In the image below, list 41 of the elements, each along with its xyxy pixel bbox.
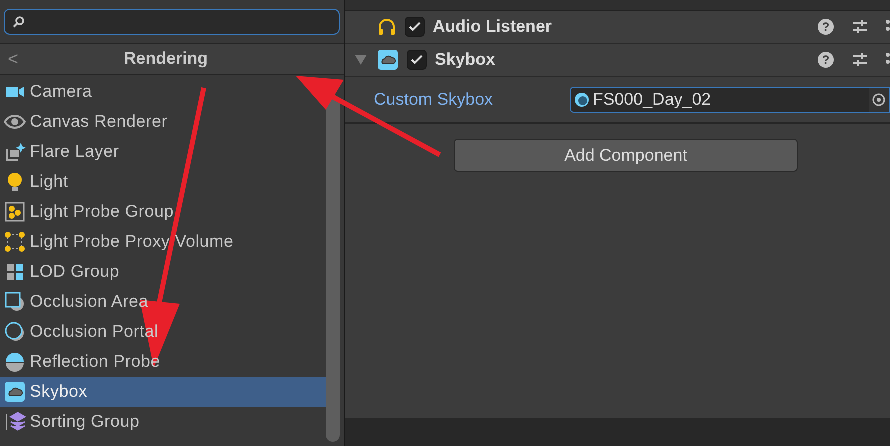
component-title: Skybox bbox=[435, 49, 496, 72]
menu-item[interactable]: Canvas Renderer bbox=[0, 107, 326, 137]
occlusion-portal-icon bbox=[4, 321, 26, 343]
menu-item[interactable]: Camera bbox=[0, 77, 326, 107]
probe-group-icon bbox=[4, 201, 26, 223]
sliders-icon[interactable] bbox=[852, 19, 868, 35]
headphones-icon bbox=[377, 17, 397, 37]
layers-sparkle-icon bbox=[4, 141, 26, 163]
probe-volume-icon bbox=[4, 231, 26, 253]
sliders-icon[interactable] bbox=[852, 52, 868, 68]
help-icon[interactable]: ? bbox=[818, 19, 834, 35]
menu-item[interactable]: Light Probe Proxy Volume bbox=[0, 227, 326, 257]
search-field[interactable] bbox=[4, 8, 340, 34]
checkbox[interactable] bbox=[405, 17, 425, 37]
search-icon bbox=[13, 16, 25, 28]
cloud-icon bbox=[4, 381, 26, 403]
menu-item[interactable]: LOD Group bbox=[0, 257, 326, 287]
component-title: Audio Listener bbox=[433, 16, 554, 38]
menu-item[interactable]: Light bbox=[0, 167, 326, 197]
occlusion-area-icon bbox=[4, 291, 26, 313]
sphere-icon bbox=[574, 92, 590, 108]
menu-item[interactable]: Occlusion Area bbox=[0, 287, 326, 317]
menu-item[interactable]: Sorting Group bbox=[0, 407, 326, 437]
menu-item[interactable]: Light Probe Group bbox=[0, 197, 326, 227]
menu-item[interactable]: Flare Layer bbox=[0, 137, 326, 167]
object-picker[interactable] bbox=[869, 88, 889, 112]
help-icon[interactable]: ? bbox=[818, 52, 834, 68]
checkmark-icon bbox=[408, 20, 422, 34]
sphere-icon bbox=[4, 351, 26, 373]
caret-icon[interactable] bbox=[355, 55, 367, 65]
layers-icon bbox=[4, 411, 26, 433]
squares-icon bbox=[4, 261, 26, 283]
property-label: Custom Skybox bbox=[374, 88, 494, 111]
category-title: Rendering bbox=[124, 48, 208, 70]
checkbox[interactable] bbox=[407, 50, 427, 70]
add-component-button[interactable]: Add Component bbox=[454, 139, 798, 172]
menu-item[interactable]: Skybox bbox=[0, 377, 326, 407]
checkmark-icon bbox=[410, 53, 424, 67]
object-field[interactable]: FS000_Day_02 bbox=[570, 86, 890, 112]
target-icon bbox=[872, 92, 886, 106]
cloud-icon bbox=[377, 49, 399, 71]
